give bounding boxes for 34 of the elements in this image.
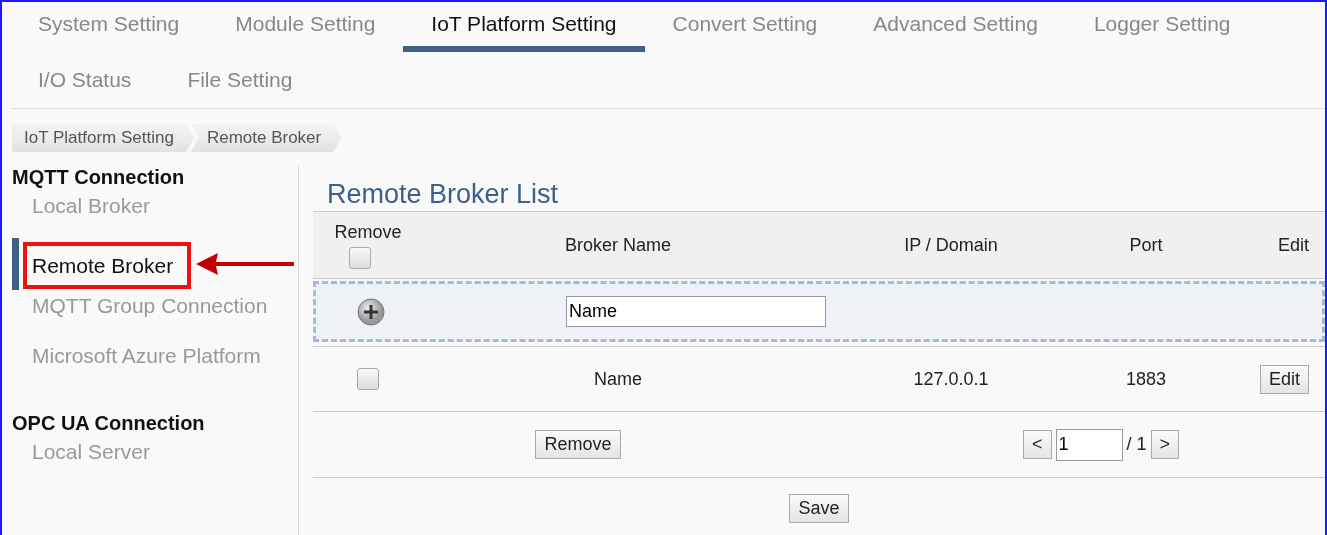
checkbox[interactable] xyxy=(357,368,379,390)
column-header: Remove xyxy=(334,221,402,243)
nav-tab[interactable]: Logger Setting xyxy=(1065,2,1259,52)
edit-button[interactable]: Edit xyxy=(1259,364,1309,394)
nav-tab[interactable]: IoT Platform Setting xyxy=(403,2,645,52)
section-heading: MQTT Connection xyxy=(12,166,186,190)
page-total: / 1 xyxy=(1126,434,1147,455)
previous-page-button[interactable]: < xyxy=(1023,430,1052,459)
page-field[interactable]: 1 xyxy=(1055,428,1123,461)
section-title: Remote Broker List xyxy=(327,179,560,209)
checkbox[interactable] xyxy=(349,246,371,269)
remove-button[interactable]: Remove xyxy=(535,430,621,459)
table-cell: 1883 xyxy=(1125,368,1166,390)
save-button[interactable]: Save xyxy=(789,494,849,523)
breadcrumb-link[interactable]: IoT Platform Setting xyxy=(12,124,194,152)
nav-tab[interactable]: I/O Status xyxy=(10,58,160,108)
nav-tab[interactable]: Module Setting xyxy=(207,2,404,52)
column-header: Edit xyxy=(1277,234,1309,256)
column-header: IP / Domain xyxy=(904,234,998,256)
section-heading: OPC UA Connection xyxy=(12,412,206,436)
sidebar-item[interactable]: Remote Broker xyxy=(32,254,174,278)
add-icon[interactable] xyxy=(357,297,385,326)
nav-tab[interactable]: File Setting xyxy=(159,58,321,108)
arrow-icon xyxy=(196,252,294,276)
column-header: Port xyxy=(1129,234,1163,256)
next-page-button[interactable]: > xyxy=(1150,430,1180,459)
column-header: Broker Name xyxy=(565,234,671,256)
table-cell: 127.0.0.1 xyxy=(913,368,989,390)
name-field[interactable]: Name xyxy=(566,296,826,327)
nav-tab[interactable]: Convert Setting xyxy=(644,2,846,52)
table-cell: Name xyxy=(594,368,642,390)
nav-tab[interactable]: System Setting xyxy=(10,2,208,52)
breadcrumb-link[interactable]: Remote Broker xyxy=(190,124,342,152)
nav-tab[interactable]: Advanced Setting xyxy=(845,2,1066,52)
